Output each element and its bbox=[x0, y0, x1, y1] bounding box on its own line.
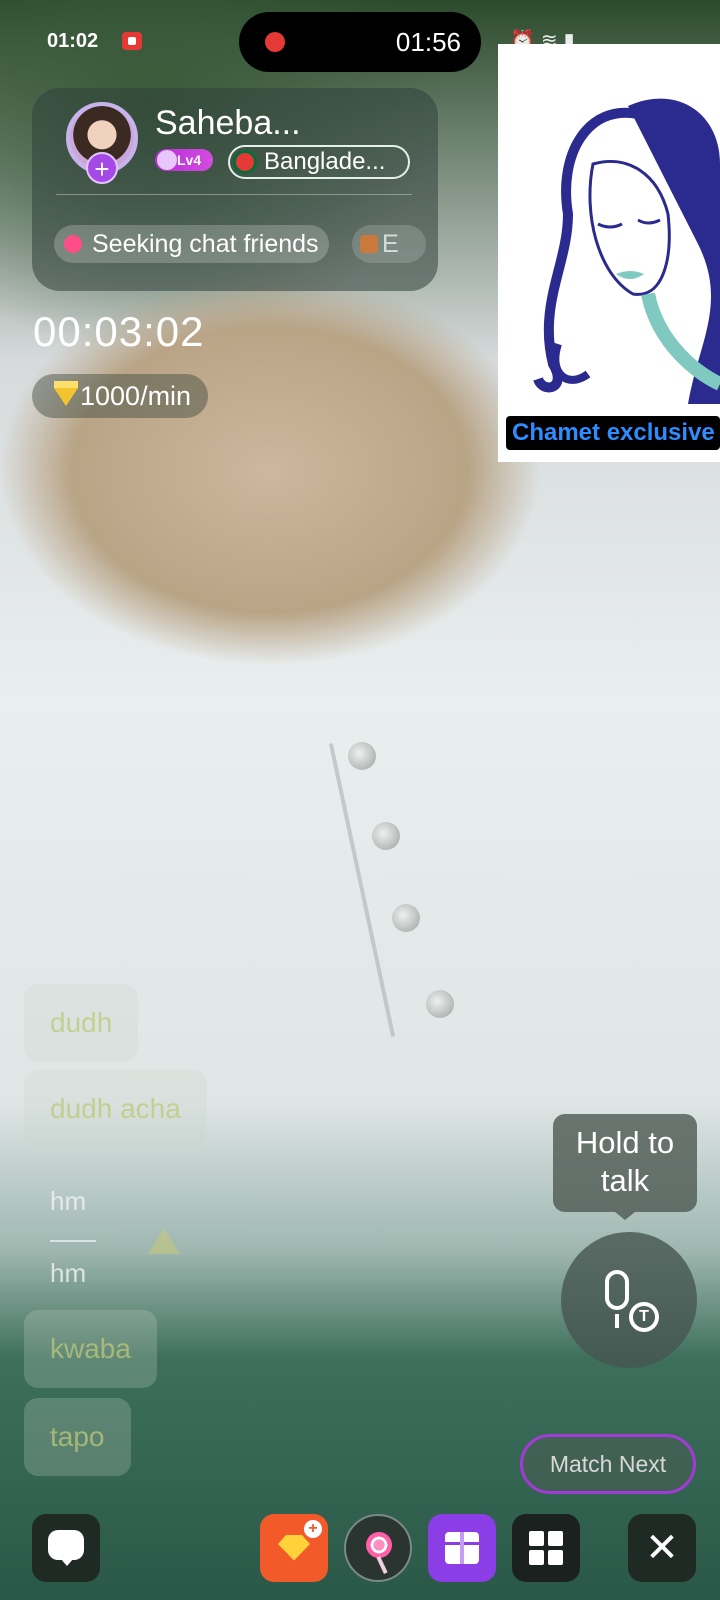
diamond-icon bbox=[54, 381, 78, 406]
call-timer: 00:03:02 bbox=[33, 308, 205, 355]
avatar-wrap[interactable]: + bbox=[66, 102, 138, 184]
gift-icon bbox=[445, 1532, 479, 1564]
hold-to-talk-tooltip: Hold to talk bbox=[553, 1114, 697, 1220]
rate-pill: 1000/min bbox=[32, 374, 208, 418]
recording-time: 01:56 bbox=[395, 27, 461, 57]
chat-button[interactable] bbox=[32, 1514, 100, 1582]
country-label: Banglade... bbox=[264, 148, 386, 175]
chat-message: dudh bbox=[24, 984, 139, 1062]
host-profile-card[interactable]: + Saheba... Lv4 Banglade... Seeking chat… bbox=[32, 88, 438, 291]
end-call-button[interactable]: ✕ bbox=[628, 1514, 696, 1582]
follow-plus-icon[interactable]: + bbox=[86, 152, 118, 184]
heart-icon bbox=[64, 235, 82, 253]
chat-message: hm bbox=[50, 1186, 87, 1216]
self-preview-ad[interactable]: Chamet exclusive bbox=[498, 44, 720, 462]
microphone-icon bbox=[605, 1270, 629, 1328]
voice-translate-button[interactable]: T bbox=[561, 1232, 697, 1368]
translate-icon: T bbox=[629, 1302, 659, 1332]
chat-bubble-icon bbox=[48, 1530, 84, 1566]
profile-tag: Seeking chat friends bbox=[54, 225, 329, 263]
profile-tag: E bbox=[352, 225, 426, 263]
woman-illustration bbox=[533, 98, 720, 404]
plus-icon: + bbox=[304, 1520, 322, 1538]
shirt-button bbox=[348, 742, 376, 770]
rate-label: 1000/min bbox=[80, 381, 192, 411]
lollipop-icon bbox=[366, 1532, 392, 1558]
shirt-placket bbox=[328, 742, 396, 1038]
recording-indicator[interactable]: 01:56 bbox=[239, 12, 481, 72]
gift-button[interactable] bbox=[428, 1514, 496, 1582]
country-pill: Banglade... bbox=[228, 145, 410, 179]
ad-label[interactable]: Chamet exclusive bbox=[506, 416, 720, 450]
tag-label: E bbox=[382, 230, 399, 258]
chat-message: kwaba bbox=[24, 1310, 157, 1388]
tag-icon bbox=[360, 235, 378, 253]
level-badge: Lv4 bbox=[155, 149, 213, 171]
shirt-button bbox=[426, 990, 454, 1018]
match-next-button[interactable]: Match Next bbox=[520, 1434, 696, 1494]
chat-message: dudh acha bbox=[24, 1070, 207, 1148]
shirt-button bbox=[392, 904, 420, 932]
shirt-button bbox=[372, 822, 400, 850]
chat-divider bbox=[50, 1240, 96, 1242]
record-dot-icon bbox=[265, 32, 285, 52]
tag-label: Seeking chat friends bbox=[92, 230, 319, 258]
more-button[interactable] bbox=[512, 1514, 580, 1582]
close-icon: ✕ bbox=[645, 1526, 679, 1570]
divider bbox=[56, 194, 412, 195]
status-time: 01:02 bbox=[47, 30, 99, 52]
host-name: Saheba... bbox=[155, 104, 301, 142]
chat-message: hm bbox=[50, 1258, 87, 1288]
chat-message: tapo bbox=[24, 1398, 131, 1476]
grid-icon bbox=[529, 1531, 563, 1565]
bangladesh-flag-icon bbox=[236, 153, 254, 171]
screen-record-icon bbox=[122, 32, 142, 50]
recharge-button[interactable]: + bbox=[260, 1514, 328, 1582]
candy-gift-button[interactable] bbox=[344, 1514, 412, 1582]
warning-icon bbox=[148, 1228, 180, 1254]
